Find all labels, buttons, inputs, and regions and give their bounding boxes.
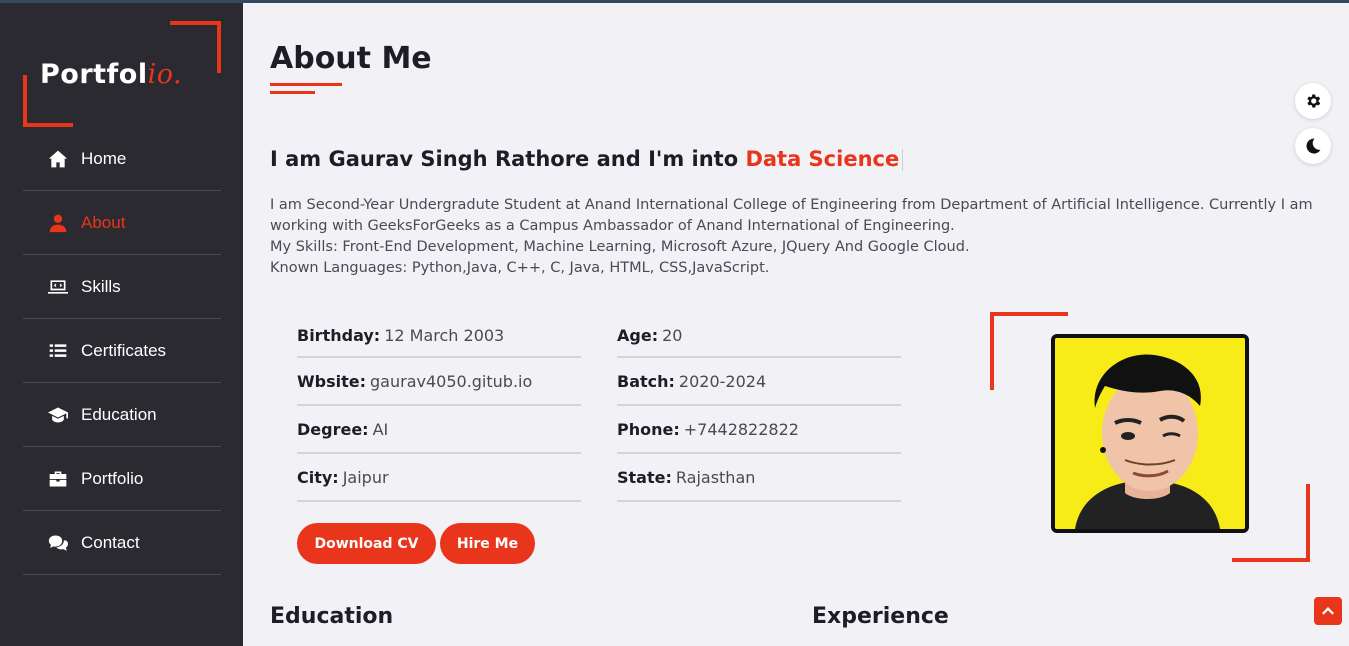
info-state: State: Rajasthan [617,454,901,502]
sidebar-item-label: Education [81,404,157,424]
bio-languages: Known Languages: Python,Java, C++, C, Ja… [270,260,770,276]
bio: I am Second-Year Undergradute Student at… [270,195,1330,279]
list-icon [47,340,69,362]
info-city: City: Jaipur [297,454,581,502]
sidebar-item-skills[interactable]: Skills [23,255,221,319]
sidebar-item-label: Portfolio [81,468,144,488]
gear-icon [1307,94,1321,108]
settings-button[interactable] [1295,83,1331,119]
chevron-up-icon [1322,607,1334,615]
comments-icon [47,532,69,554]
sidebar-item-education[interactable]: Education [23,383,221,447]
user-icon [47,212,69,234]
info-value: 2020-2024 [678,371,767,391]
hire-me-button[interactable]: Hire Me [440,523,535,564]
scroll-to-top-button[interactable] [1314,597,1342,625]
info-label: City: [297,467,339,487]
sidebar-item-about[interactable]: About [23,191,221,255]
moon-icon [1306,138,1321,154]
info-degree: Degree: AI [297,406,581,454]
experience-heading: Experience [812,604,949,629]
info-age: Age: 20 [617,326,901,358]
sidebar: Portfolio. Home About Skills Certificate… [0,3,243,646]
info-value: +7442822822 [683,419,799,439]
info-label: Batch: [617,371,675,391]
info-label: Age: [617,326,659,345]
title-underline [270,83,342,86]
info-batch: Batch: 2020-2024 [617,358,901,406]
education-heading: Education [270,604,394,629]
typed-role: Data Science [745,147,900,171]
info-birthday: Birthday: 12 March 2003 [297,326,581,358]
info-label: Phone: [617,419,680,439]
sidebar-item-certificates[interactable]: Certificates [23,319,221,383]
brand-logo[interactable]: Portfolio. [40,59,182,90]
home-icon [47,148,69,170]
sidebar-nav: Home About Skills Certificates Education… [23,127,221,575]
sidebar-item-home[interactable]: Home [23,127,221,191]
personal-info: Birthday: 12 March 2003 Age: 20 Wbsite: gau… [297,326,901,502]
sidebar-item-label: Contact [81,532,140,552]
info-label: State: [617,467,672,487]
briefcase-icon [47,468,69,490]
typing-cursor [902,149,904,171]
graduation-cap-icon [47,404,69,426]
theme-toggle-button[interactable] [1295,128,1331,164]
info-label: Degree: [297,419,369,439]
laptop-code-icon [47,276,69,298]
info-value: 20 [662,326,683,345]
info-website: Wbsite: gaurav4050.gitub.io [297,358,581,406]
info-value: AI [372,419,389,439]
sidebar-item-label: Skills [81,276,121,296]
sidebar-item-label: About [81,212,126,232]
info-value: 12 March 2003 [384,326,505,345]
sidebar-item-label: Home [81,148,127,168]
info-value: Jaipur [342,467,389,487]
sidebar-item-label: Certificates [81,340,167,360]
title-underline-short [270,91,315,94]
download-cv-button[interactable]: Download CV [297,523,436,564]
brand-accent: io. [147,59,183,90]
sidebar-item-contact[interactable]: Contact [23,511,221,575]
bio-skills: My Skills: Front-End Development, Machin… [270,239,970,255]
brand-name: Portfol [40,59,148,90]
info-label: Birthday: [297,326,381,345]
sidebar-item-portfolio[interactable]: Portfolio [23,447,221,511]
info-label: Wbsite: [297,371,367,391]
info-value: gaurav4050.gitub.io [370,371,533,391]
bio-paragraph: I am Second-Year Undergradute Student at… [270,197,1313,234]
page-title: About Me [270,41,432,76]
avatar-illustration [1055,338,1245,529]
intro-tagline: I am Gaurav Singh Rathore and I'm into D… [270,147,904,171]
info-phone: Phone: +7442822822 [617,406,901,454]
info-value: Rajasthan [675,467,756,487]
tagline-text: I am Gaurav Singh Rathore and I'm into [270,147,746,171]
profile-photo [1051,334,1249,533]
